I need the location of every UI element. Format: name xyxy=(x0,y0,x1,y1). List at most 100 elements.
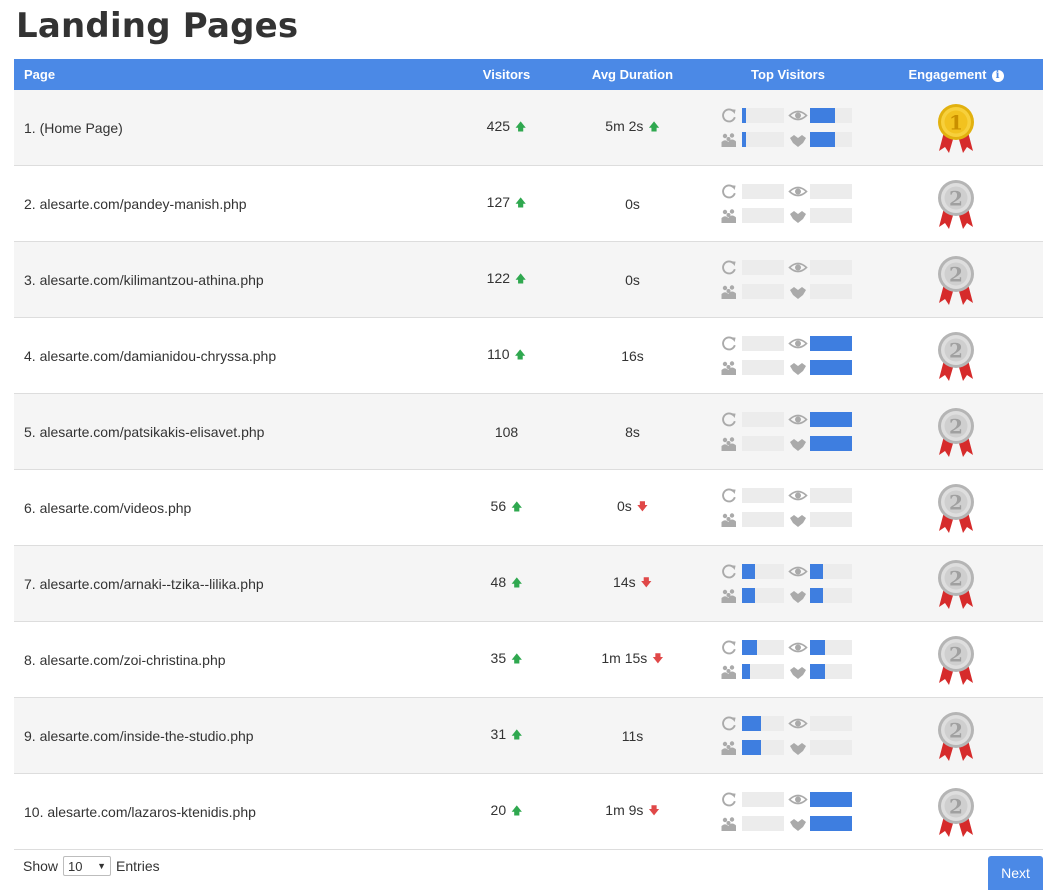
column-header-avg-duration[interactable]: Avg Duration xyxy=(558,59,707,90)
loyal-bar xyxy=(810,664,852,679)
avg-duration-value: 14s xyxy=(613,574,636,590)
silver-medal-icon: 2 xyxy=(869,178,1043,230)
returning-bar-fill xyxy=(742,564,755,579)
eye-icon xyxy=(788,791,810,808)
new-bar-fill xyxy=(742,588,755,603)
medal-rank: 1 xyxy=(949,110,963,134)
new-bar xyxy=(742,740,784,755)
top-visitors-returning xyxy=(720,639,788,656)
column-header-top-visitors[interactable]: Top Visitors xyxy=(707,59,869,90)
visitors-value: 127 xyxy=(486,194,511,210)
page-cell: 4. alesarte.com/damianidou-chryssa.php xyxy=(14,317,455,394)
trend-up-icon: 🡅 xyxy=(648,121,660,133)
users-icon xyxy=(720,207,742,224)
column-header-visitors[interactable]: Visitors xyxy=(455,59,558,90)
views-bar xyxy=(810,564,852,579)
top-visitors-views xyxy=(788,183,856,200)
column-header-engagement[interactable]: Engagement i xyxy=(869,59,1043,90)
users-icon xyxy=(720,283,742,300)
returning-bar xyxy=(742,260,784,275)
page-cell: 10. alesarte.com/lazaros-ktenidis.php xyxy=(14,773,455,850)
returning-bar xyxy=(742,108,784,123)
entries-label: Entries xyxy=(116,858,160,874)
trend-down-icon: 🡇 xyxy=(652,653,664,665)
avg-duration-cell: 11s xyxy=(558,697,707,774)
views-bar-fill xyxy=(810,640,825,655)
page-name[interactable]: 6. alesarte.com/videos.php xyxy=(24,500,191,516)
page-name[interactable]: 4. alesarte.com/damianidou-chryssa.php xyxy=(24,348,276,364)
loyal-bar xyxy=(810,816,852,831)
table-row[interactable]: 3. alesarte.com/kilimantzou-athina.php 12… xyxy=(14,241,1043,318)
table-row[interactable]: 8. alesarte.com/zoi-christina.php 35 🡅 1m 1… xyxy=(14,621,1043,698)
table-row[interactable]: 2. alesarte.com/pandey-manish.php 127 🡅 0s 2 xyxy=(14,165,1043,242)
page-name[interactable]: 3. alesarte.com/kilimantzou-athina.php xyxy=(24,272,264,288)
avg-duration-value: 0s xyxy=(616,498,632,514)
visitors-value: 48 xyxy=(490,574,507,590)
top-visitors-new xyxy=(720,663,788,680)
medal-rank: 2 xyxy=(949,490,963,514)
page-name[interactable]: 7. alesarte.com/arnaki--tzika--lilika.ph… xyxy=(24,576,264,592)
entries-select[interactable]: 10 ▼ xyxy=(63,856,112,876)
eye-icon xyxy=(788,411,810,428)
page-name[interactable]: 8. alesarte.com/zoi-christina.php xyxy=(24,652,226,668)
table-body: 1. (Home Page) 425 🡅 5m 2s 🡅 1 2. alesarte.com… xyxy=(14,90,1043,850)
visitors-cell: 127 🡅 xyxy=(455,165,558,242)
loyal-bar-fill xyxy=(810,436,852,451)
info-icon[interactable]: i xyxy=(991,70,1004,82)
top-visitors-bars xyxy=(720,107,856,148)
silver-medal-icon: 2 xyxy=(869,406,1043,458)
refresh-icon xyxy=(720,487,742,504)
silver-medal-icon: 2 xyxy=(869,330,1043,382)
new-bar xyxy=(742,360,784,375)
eye-icon xyxy=(788,335,810,352)
page-name[interactable]: 5. alesarte.com/patsikakis-elisavet.php xyxy=(24,424,264,440)
table-row[interactable]: 10. alesarte.com/lazaros-ktenidis.php 20 🡅… xyxy=(14,773,1043,850)
loyal-bar-fill xyxy=(810,132,836,147)
returning-bar-fill xyxy=(742,716,761,731)
visitors-cell: 48 🡅 xyxy=(455,545,558,622)
top-visitors-returning xyxy=(720,335,788,352)
entries-select-value: 10 xyxy=(68,858,83,874)
page-name[interactable]: 10. alesarte.com/lazaros-ktenidis.php xyxy=(24,804,256,820)
loyal-bar-fill xyxy=(810,360,852,375)
returning-bar xyxy=(742,640,784,655)
table-row[interactable]: 4. alesarte.com/damianidou-chryssa.php 11… xyxy=(14,317,1043,394)
silver-medal-icon: 2 xyxy=(869,786,1043,838)
page-cell: 7. alesarte.com/arnaki--tzika--lilika.ph… xyxy=(14,545,455,622)
medal-rank: 2 xyxy=(949,262,963,286)
trend-down-icon: 🡇 xyxy=(640,577,652,589)
avg-duration-cell: 5m 2s 🡅 xyxy=(558,90,707,166)
top-visitors-loyal xyxy=(788,587,856,604)
trend-up-icon: 🡅 xyxy=(515,273,527,285)
page-cell: 3. alesarte.com/kilimantzou-athina.php xyxy=(14,241,455,318)
views-bar xyxy=(810,336,852,351)
table-row[interactable]: 1. (Home Page) 425 🡅 5m 2s 🡅 1 xyxy=(14,90,1043,166)
silver-medal-icon: 2 xyxy=(869,710,1043,762)
next-button[interactable]: Next xyxy=(988,856,1043,890)
top-visitors-new xyxy=(720,739,788,756)
top-visitors-loyal xyxy=(788,283,856,300)
page-name[interactable]: 9. alesarte.com/inside-the-studio.php xyxy=(24,728,254,744)
avg-duration-value: 16s xyxy=(621,347,644,364)
page-name[interactable]: 1. (Home Page) xyxy=(24,120,123,136)
silver-medal-icon: 2 xyxy=(869,254,1043,306)
table-row[interactable]: 9. alesarte.com/inside-the-studio.php 31 🡅… xyxy=(14,697,1043,774)
table-row[interactable]: 6. alesarte.com/videos.php 56 🡅 0s 🡇 2 xyxy=(14,469,1043,546)
refresh-icon xyxy=(720,259,742,276)
table-row[interactable]: 7. alesarte.com/arnaki--tzika--lilika.ph… xyxy=(14,545,1043,622)
top-visitors-returning xyxy=(720,259,788,276)
page-title: Landing Pages xyxy=(16,6,299,46)
handshake-icon xyxy=(788,587,810,604)
table-row[interactable]: 5. alesarte.com/patsikakis-elisavet.php 1… xyxy=(14,393,1043,470)
column-header-page[interactable]: Page xyxy=(14,59,455,90)
returning-bar xyxy=(742,184,784,199)
loyal-bar xyxy=(810,512,852,527)
eye-icon xyxy=(788,487,810,504)
medal-rank: 2 xyxy=(949,642,963,666)
top-visitors-views xyxy=(788,487,856,504)
page-name[interactable]: 2. alesarte.com/pandey-manish.php xyxy=(24,196,247,212)
top-visitors-loyal xyxy=(788,435,856,452)
loyal-bar xyxy=(810,588,852,603)
views-bar-fill xyxy=(810,412,852,427)
trend-up-icon: 🡅 xyxy=(511,729,523,741)
